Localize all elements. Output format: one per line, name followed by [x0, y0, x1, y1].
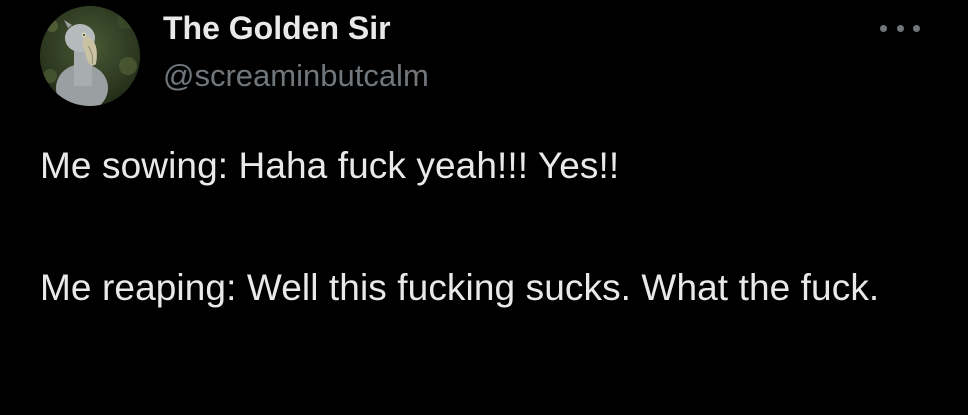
tweet-text: Me sowing: Haha fuck yeah!!! Yes!! Me re…: [40, 142, 940, 312]
avatar[interactable]: [40, 6, 140, 106]
more-options-icon: [880, 24, 887, 32]
display-name[interactable]: The Golden Sir: [163, 8, 391, 48]
tweet-line-sowing: Me sowing: Haha fuck yeah!!! Yes!!: [40, 145, 620, 186]
tweet-line-reaping: Me reaping: Well this fucking sucks. Wha…: [40, 267, 880, 308]
more-options-button[interactable]: [880, 16, 920, 40]
more-options-icon: [896, 24, 904, 32]
more-options-icon: [913, 24, 920, 32]
shoebill-avatar-icon: [40, 6, 140, 106]
tweet-card[interactable]: The Golden Sir @screaminbutcalm Me sowin…: [0, 0, 968, 415]
user-handle[interactable]: @screaminbutcalm: [163, 56, 429, 96]
